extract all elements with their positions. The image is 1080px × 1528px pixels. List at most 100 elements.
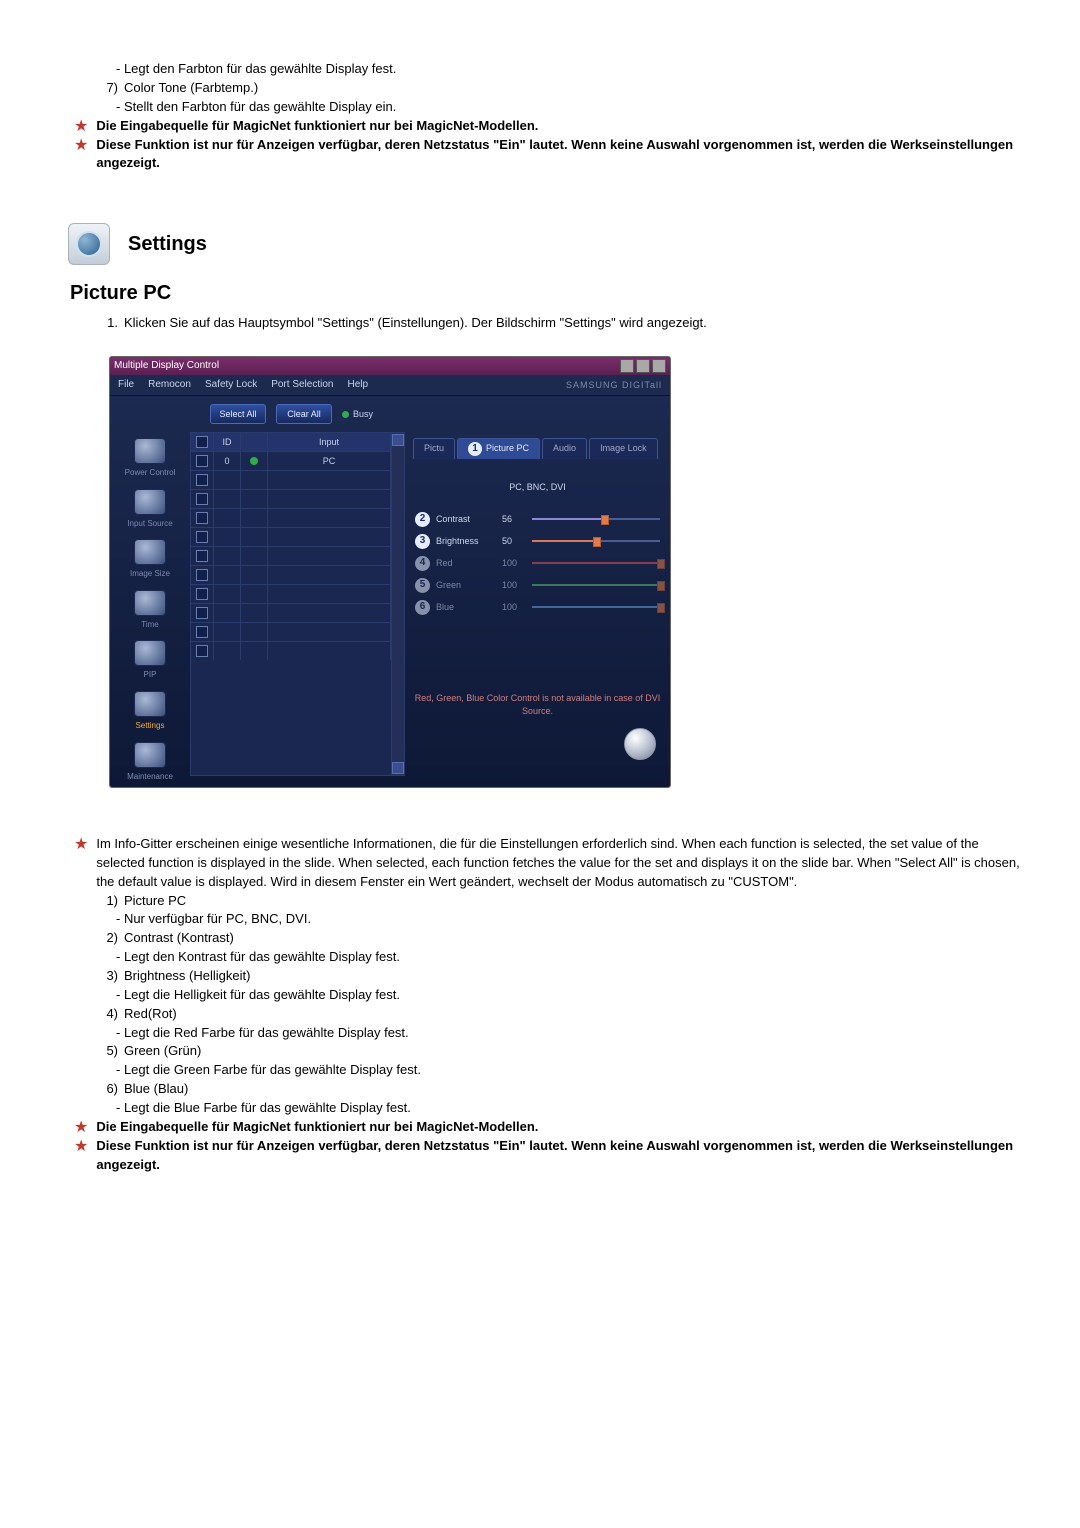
table-row[interactable] xyxy=(191,470,391,489)
cell-id xyxy=(214,642,241,660)
table-row[interactable] xyxy=(191,584,391,603)
cell-input xyxy=(268,585,391,603)
table-row[interactable] xyxy=(191,546,391,565)
row-checkbox[interactable] xyxy=(196,569,208,581)
item-desc: - Legt den Kontrast für das gewählte Dis… xyxy=(116,948,1020,967)
checkbox-header[interactable] xyxy=(196,436,208,448)
slider-blue: 6Blue100 xyxy=(415,596,660,618)
sidebar-item-settings[interactable]: Settings xyxy=(134,691,166,732)
row-checkbox[interactable] xyxy=(196,588,208,600)
slider-value: 50 xyxy=(502,535,526,548)
table-row[interactable] xyxy=(191,641,391,660)
callout-bubble: 6 xyxy=(415,600,430,615)
slider-green: 5Green100 xyxy=(415,574,660,596)
row-checkbox[interactable] xyxy=(196,512,208,524)
clear-all-button[interactable]: Clear All xyxy=(276,404,332,424)
ok-button[interactable] xyxy=(624,728,656,760)
cell-status xyxy=(241,623,268,641)
sidebar-item-maintenance[interactable]: Maintenance xyxy=(127,742,173,783)
sidebar-item-time[interactable]: Time xyxy=(134,590,166,631)
slider-track[interactable] xyxy=(532,518,660,520)
star-icon: ★ xyxy=(74,137,88,155)
row-checkbox[interactable] xyxy=(196,550,208,562)
sliders-area: 2Contrast563Brightness504Red1005Green100… xyxy=(415,508,660,618)
row-checkbox[interactable] xyxy=(196,455,208,467)
note-text: Die Eingabequelle für MagicNet funktioni… xyxy=(96,1118,538,1137)
cell-id xyxy=(214,623,241,641)
slider-red: 4Red100 xyxy=(415,552,660,574)
sidebar-item-label: Input Source xyxy=(127,518,172,530)
slider-thumb[interactable] xyxy=(593,537,601,547)
cell-id xyxy=(214,528,241,546)
menu-port-selection[interactable]: Port Selection xyxy=(271,378,333,393)
table-row[interactable] xyxy=(191,489,391,508)
maximize-icon[interactable] xyxy=(636,359,650,373)
menu-help[interactable]: Help xyxy=(347,378,368,393)
cell-id: 0 xyxy=(214,452,241,470)
grid-header: ID Input xyxy=(191,433,391,451)
row-checkbox[interactable] xyxy=(196,626,208,638)
table-row[interactable] xyxy=(191,527,391,546)
tab-audio[interactable]: Audio xyxy=(542,438,587,459)
col-id: ID xyxy=(214,433,241,451)
item-desc: - Legt die Green Farbe für das gewählte … xyxy=(116,1061,1020,1080)
item-num: 4) xyxy=(96,1005,118,1024)
table-row[interactable] xyxy=(191,565,391,584)
sidebar-item-pip[interactable]: PIP xyxy=(134,640,166,681)
close-icon[interactable] xyxy=(652,359,666,373)
table-row[interactable] xyxy=(191,508,391,527)
table-row[interactable] xyxy=(191,622,391,641)
row-checkbox[interactable] xyxy=(196,493,208,505)
cell-status xyxy=(241,452,268,470)
cell-input xyxy=(268,604,391,622)
cell-id xyxy=(214,566,241,584)
list-item: 4)Red(Rot) xyxy=(96,1005,1020,1024)
cell-status xyxy=(241,642,268,660)
slider-track[interactable] xyxy=(532,540,660,542)
app-window: Multiple Display Control File Remocon Sa… xyxy=(110,357,670,787)
menu-safety-lock[interactable]: Safety Lock xyxy=(205,378,257,393)
scroll-down-icon[interactable] xyxy=(392,762,404,774)
step: 1. Klicken Sie auf das Hauptsymbol "Sett… xyxy=(96,314,1020,333)
cell-id xyxy=(214,490,241,508)
select-all-button[interactable]: Select All xyxy=(210,404,266,424)
section-title: Settings xyxy=(128,230,207,259)
item-num: 7) xyxy=(96,79,118,98)
sidebar-item-image-size[interactable]: Image Size xyxy=(130,539,170,580)
table-row[interactable]: 0 PC xyxy=(191,451,391,470)
row-checkbox[interactable] xyxy=(196,531,208,543)
note-text: Diese Funktion ist nur für Anzeigen verf… xyxy=(96,136,1020,174)
cell-status xyxy=(241,566,268,584)
pip-icon xyxy=(134,640,166,666)
row-checkbox[interactable] xyxy=(196,607,208,619)
slider-brightness[interactable]: 3Brightness50 xyxy=(415,530,660,552)
menu-remocon[interactable]: Remocon xyxy=(148,378,191,393)
row-checkbox[interactable] xyxy=(196,474,208,486)
tab-label: Pictu xyxy=(424,443,444,453)
tab-label: Image Lock xyxy=(600,443,647,453)
table-row[interactable] xyxy=(191,603,391,622)
tab-image-lock[interactable]: Image Lock xyxy=(589,438,658,459)
tab-picture[interactable]: Pictu xyxy=(413,438,455,459)
cell-input xyxy=(268,509,391,527)
scroll-up-icon[interactable] xyxy=(392,434,404,446)
titlebar: Multiple Display Control xyxy=(110,357,670,375)
cell-input: PC xyxy=(268,452,391,470)
tab-picture-pc[interactable]: 1Picture PC xyxy=(457,438,540,459)
sidebar-item-power-control[interactable]: Power Control xyxy=(125,438,176,479)
scrollbar[interactable] xyxy=(392,432,405,776)
sidebar-item-input-source[interactable]: Input Source xyxy=(127,489,172,530)
menubar: File Remocon Safety Lock Port Selection … xyxy=(110,375,670,396)
note-line: ★ Im Info-Gitter erscheinen einige wesen… xyxy=(74,835,1020,892)
star-icon: ★ xyxy=(74,118,88,136)
cell-status xyxy=(241,604,268,622)
item-label: Contrast (Kontrast) xyxy=(124,929,234,948)
slider-contrast[interactable]: 2Contrast56 xyxy=(415,508,660,530)
callout-bubble: 4 xyxy=(415,556,430,571)
slider-label: Contrast xyxy=(436,513,496,526)
row-checkbox[interactable] xyxy=(196,645,208,657)
minimize-icon[interactable] xyxy=(620,359,634,373)
cell-input xyxy=(268,642,391,660)
slider-thumb[interactable] xyxy=(601,515,609,525)
menu-file[interactable]: File xyxy=(118,378,134,393)
